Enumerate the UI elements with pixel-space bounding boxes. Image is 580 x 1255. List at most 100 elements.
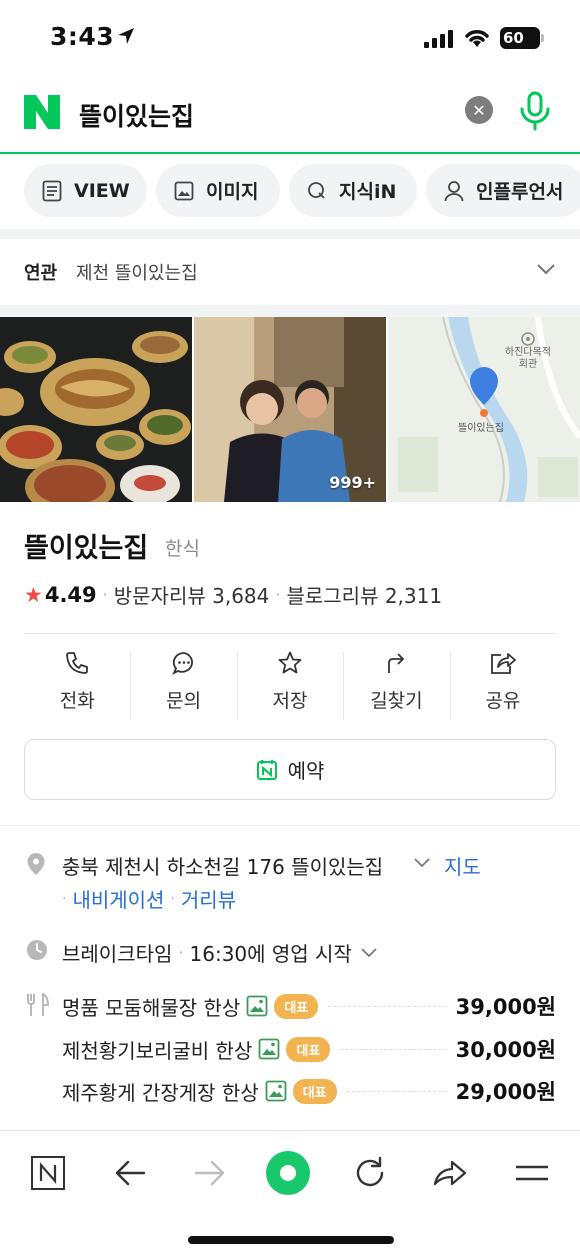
photo-count: 999+ [329, 473, 376, 492]
map-thumbnail[interactable]: 하진다목적 회관 뜰이있는집 [388, 317, 580, 502]
separator-dot: · [62, 890, 67, 907]
menu-button[interactable] [508, 1149, 556, 1197]
image-icon [174, 181, 194, 200]
separator-dot: · [102, 585, 108, 604]
reserve-button[interactable]: 예약 [24, 739, 556, 800]
hamburger-menu-icon [516, 1165, 548, 1181]
location-arrow-icon [118, 28, 134, 44]
place-name[interactable]: 뜰이있는집 [24, 526, 148, 565]
blog-reviews-link[interactable]: 블로그리뷰 2,311 [286, 580, 442, 609]
chat-icon [171, 652, 193, 675]
chevron-down-icon[interactable] [536, 263, 556, 275]
menu-name: 제주황게 간장게장 한상 [62, 1080, 259, 1105]
rating-value: 4.49 [44, 582, 97, 607]
location-pin-icon [27, 853, 45, 875]
home-indicator [188, 1236, 394, 1244]
street-view-link[interactable]: 거리뷰 [181, 884, 236, 913]
tab-label: 인플루언서 [476, 181, 564, 203]
chevron-down-icon[interactable] [413, 857, 431, 869]
battery-indicator: 60 [500, 27, 540, 49]
directions-label: 길찾기 [370, 690, 423, 712]
chevron-down-icon[interactable] [360, 947, 378, 959]
owners-photo[interactable]: 999+ [194, 317, 386, 502]
battery-tip [541, 34, 544, 42]
business-hours[interactable]: 브레이크타임 · 16:30에 영업 시작 [62, 938, 378, 967]
tab-images[interactable]: 이미지 [156, 164, 280, 217]
directions-icon [388, 653, 405, 673]
back-button[interactable] [106, 1149, 154, 1197]
map-link[interactable]: 지도 [444, 851, 481, 880]
leader-line [328, 1005, 446, 1007]
green-dot-button[interactable] [264, 1149, 312, 1197]
naver-logo-icon[interactable] [24, 95, 60, 129]
separator-dot: · [178, 943, 184, 962]
clear-search-button[interactable]: ✕ [465, 96, 493, 124]
refresh-button[interactable] [346, 1149, 394, 1197]
signature-badge: 대표 [286, 1036, 331, 1062]
share-button[interactable]: 공유 [449, 650, 556, 724]
menu-price: 29,000원 [455, 1080, 556, 1104]
photo-icon[interactable] [258, 1038, 280, 1060]
visitor-reviews-link[interactable]: 방문자리뷰 3,684 [114, 580, 270, 609]
photo-strip: 999+ 하진다목적 회관 뜰이있는집 [0, 317, 580, 502]
menu-name: 제천황기보리굴비 한상 [62, 1038, 253, 1063]
share-page-button[interactable] [426, 1149, 474, 1197]
directions-button[interactable]: 길찾기 [343, 650, 449, 724]
refresh-icon [356, 1156, 384, 1187]
clock-icon [27, 940, 47, 960]
microphone-icon[interactable] [517, 91, 553, 131]
tab-label: 지식iN [339, 181, 397, 203]
map-place-label: 뜰이있는집 [458, 423, 504, 434]
tab-knowledge-in[interactable]: 지식iN [289, 164, 417, 217]
separator-dot: · [275, 585, 281, 604]
tab-label: VIEW [74, 179, 130, 202]
search-input[interactable]: 뜰이있는집 [79, 97, 194, 133]
naver-home-button[interactable] [24, 1149, 72, 1197]
call-button[interactable]: 전화 [24, 650, 130, 724]
document-icon [42, 180, 62, 201]
leader-line [340, 1048, 446, 1050]
place-category: 한식 [165, 538, 200, 560]
star-icon: ★ [24, 582, 43, 607]
tab-influencer[interactable]: 인플루언서 [426, 164, 580, 217]
related-search[interactable]: 연관 제천 뜰이있는집 [0, 239, 580, 305]
search-bar: 뜰이있는집 ✕ [0, 78, 580, 154]
food-photo[interactable] [0, 317, 192, 502]
calendar-n-icon [256, 759, 277, 780]
photo-icon[interactable] [246, 995, 268, 1017]
action-bar: 전화 문의 저장 길찾기 공유 [24, 650, 556, 724]
tab-view[interactable]: VIEW [24, 164, 147, 217]
forward-button[interactable] [186, 1149, 234, 1197]
menu-item[interactable]: 제천황기보리굴비 한상 대표 30,000원 [62, 1032, 556, 1066]
signature-badge: 대표 [292, 1078, 337, 1104]
status-time: 3:43 [50, 22, 115, 51]
save-button[interactable]: 저장 [236, 650, 343, 724]
photo-icon[interactable] [265, 1080, 287, 1102]
map-landmark-label: 하진다목적 회관 [505, 347, 551, 370]
arrow-right-icon [194, 1160, 225, 1186]
menu-item[interactable]: 명품 모둠해물장 한상 대표 39,000원 [62, 989, 556, 1023]
signal-icon [424, 30, 453, 48]
address-links: · 내비게이션 · 거리뷰 [62, 884, 236, 913]
navigation-link[interactable]: 내비게이션 [72, 884, 164, 913]
arrow-left-icon [115, 1160, 146, 1186]
utensils-icon [27, 993, 50, 1016]
related-tag: 연관 [24, 263, 58, 284]
menu-name: 명품 모둠해물장 한상 [62, 995, 241, 1020]
divider [24, 633, 556, 634]
related-query[interactable]: 제천 뜰이있는집 [76, 259, 198, 285]
address-text[interactable]: 충북 제천시 하소천길 176 뜰이있는집 [62, 851, 383, 880]
green-dot-icon [266, 1151, 310, 1195]
menu-item[interactable]: 제주황게 간장게장 한상 대표 29,000원 [62, 1074, 556, 1108]
save-label: 저장 [272, 690, 308, 712]
reserve-label: 예약 [287, 759, 325, 783]
separator-dot: · [170, 890, 175, 907]
person-icon [444, 180, 464, 201]
inquiry-button[interactable]: 문의 [130, 650, 236, 724]
status-bar: 3:43 60 [0, 0, 580, 78]
search-tabs: VIEW 이미지 지식iN 인플루언서 [0, 155, 580, 235]
wifi-icon [465, 30, 489, 47]
menu-price: 39,000원 [455, 995, 556, 1019]
menu-price: 30,000원 [455, 1038, 556, 1062]
call-label: 전화 [59, 690, 95, 712]
